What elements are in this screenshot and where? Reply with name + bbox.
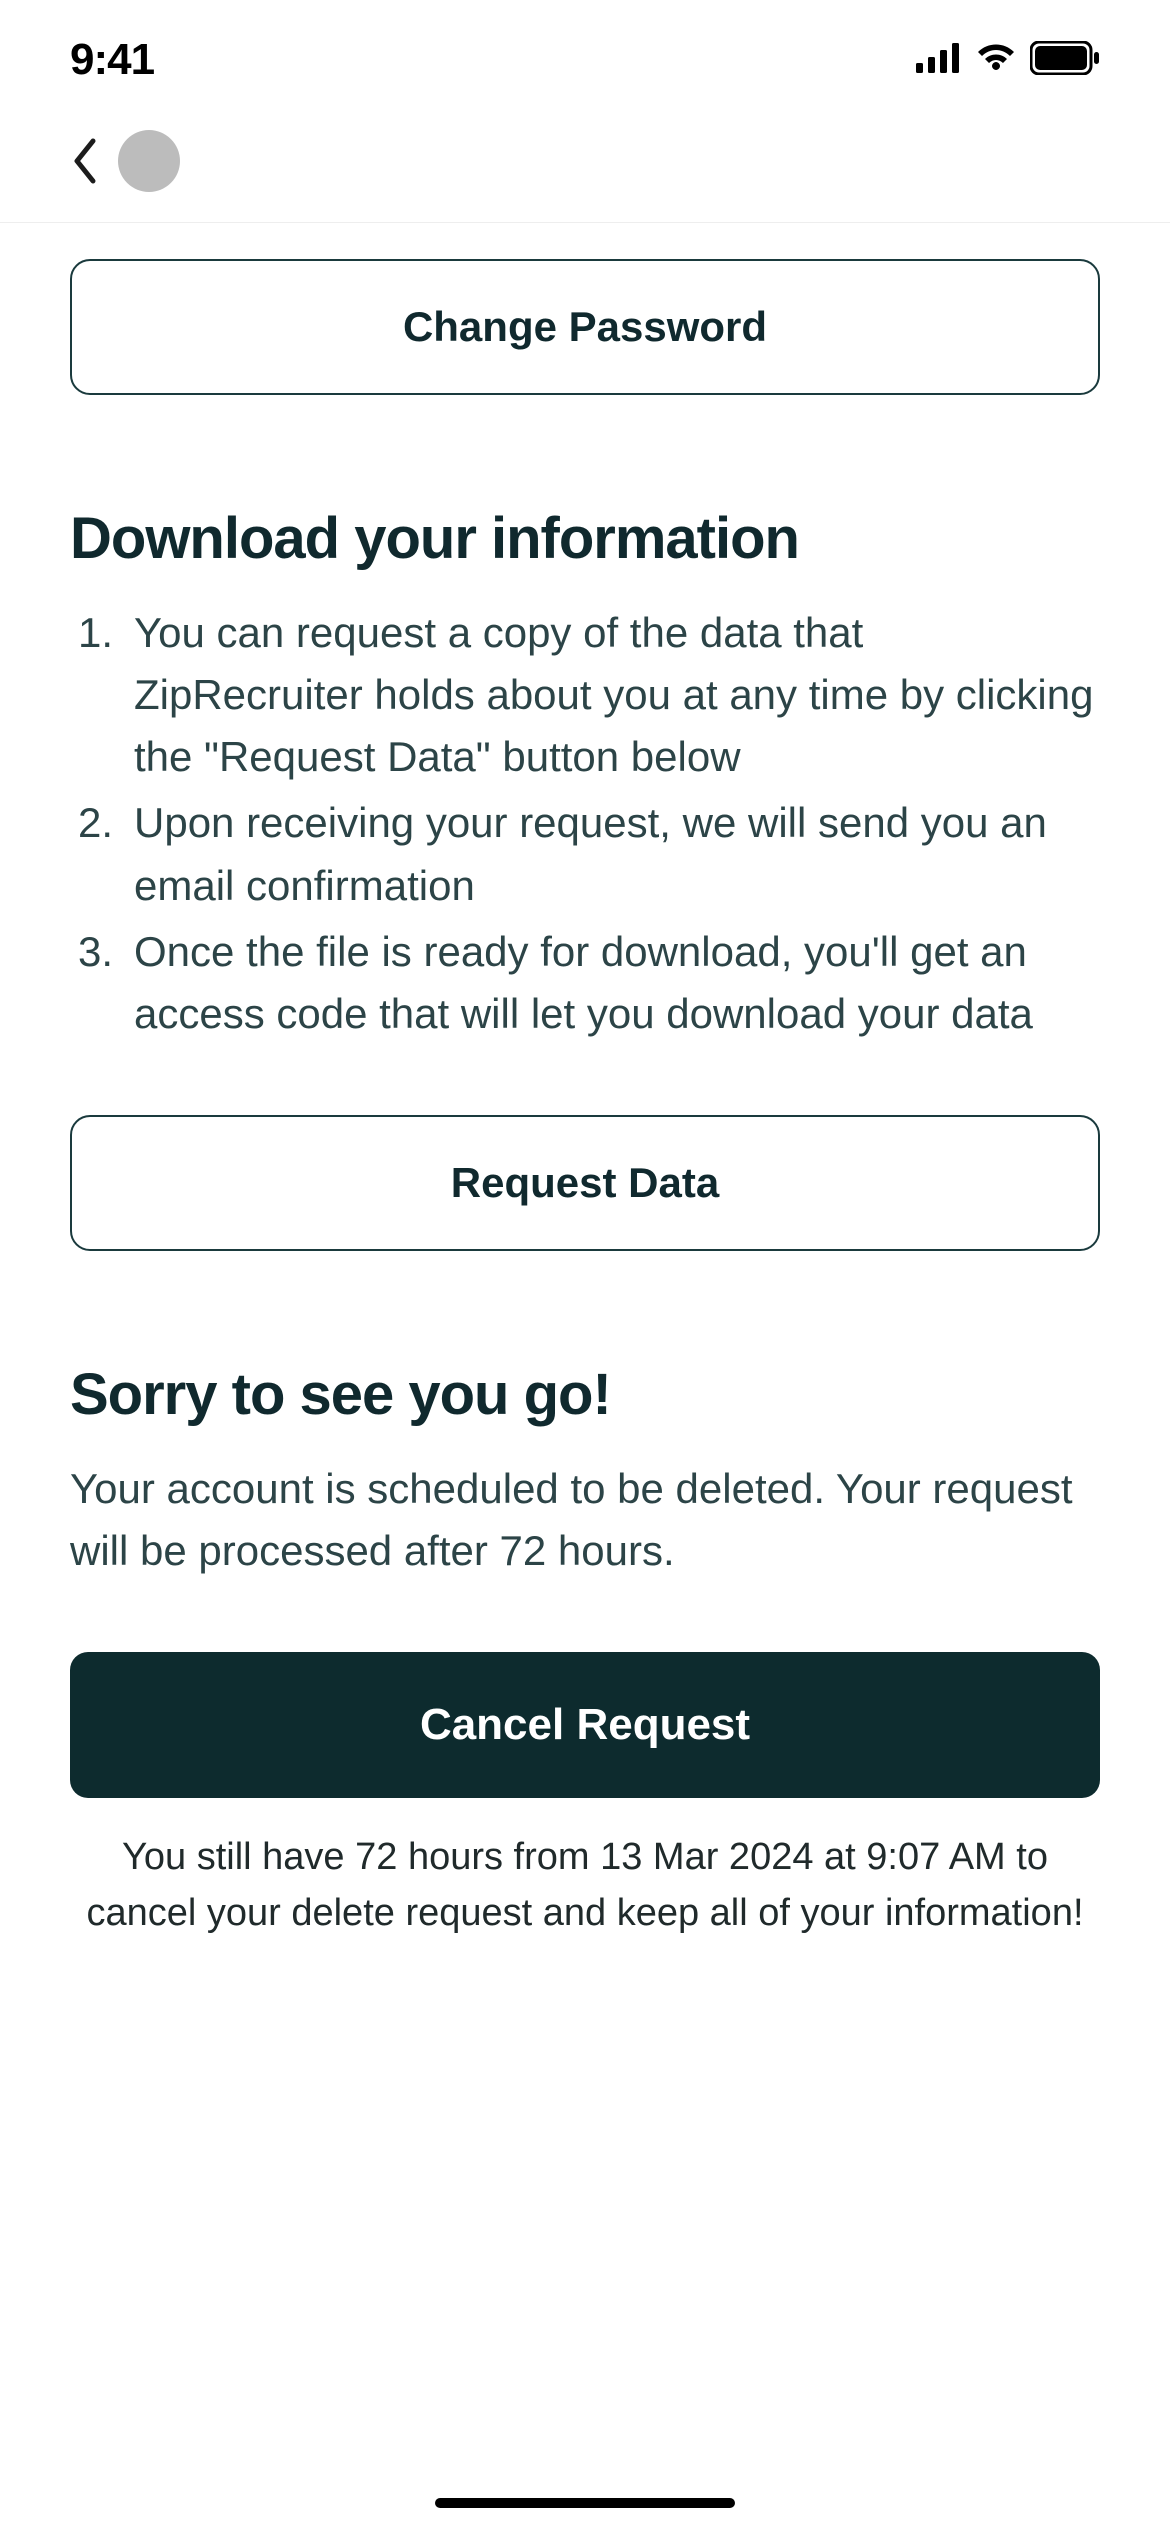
status-icons xyxy=(916,41,1100,80)
list-number: 3. xyxy=(70,921,134,1045)
status-time: 9:41 xyxy=(70,35,154,85)
list-item: 1. You can request a copy of the data th… xyxy=(70,602,1100,788)
home-indicator[interactable] xyxy=(435,2498,735,2508)
battery-icon xyxy=(1030,41,1100,80)
list-number: 1. xyxy=(70,602,134,788)
cancel-request-footnote: You still have 72 hours from 13 Mar 2024… xyxy=(70,1830,1100,1940)
nav-header xyxy=(0,100,1170,223)
chevron-left-icon xyxy=(71,137,99,185)
back-button[interactable] xyxy=(70,136,100,186)
cellular-icon xyxy=(916,43,962,78)
download-steps-list: 1. You can request a copy of the data th… xyxy=(70,602,1100,1045)
request-data-button[interactable]: Request Data xyxy=(70,1115,1100,1251)
list-text: Upon receiving your request, we will sen… xyxy=(134,792,1100,916)
list-item: 3. Once the file is ready for download, … xyxy=(70,921,1100,1045)
status-bar: 9:41 xyxy=(0,0,1170,100)
download-info-title: Download your information xyxy=(70,505,1100,572)
list-number: 2. xyxy=(70,792,134,916)
list-text: Once the file is ready for download, you… xyxy=(134,921,1100,1045)
delete-account-title: Sorry to see you go! xyxy=(70,1361,1100,1428)
cancel-request-button[interactable]: Cancel Request xyxy=(70,1652,1100,1798)
list-text: You can request a copy of the data that … xyxy=(134,602,1100,788)
list-item: 2. Upon receiving your request, we will … xyxy=(70,792,1100,916)
delete-account-body: Your account is scheduled to be deleted.… xyxy=(70,1458,1100,1582)
wifi-icon xyxy=(974,42,1018,79)
avatar[interactable] xyxy=(118,130,180,192)
change-password-button[interactable]: Change Password xyxy=(70,259,1100,395)
main-content: Change Password Download your informatio… xyxy=(0,223,1170,1941)
